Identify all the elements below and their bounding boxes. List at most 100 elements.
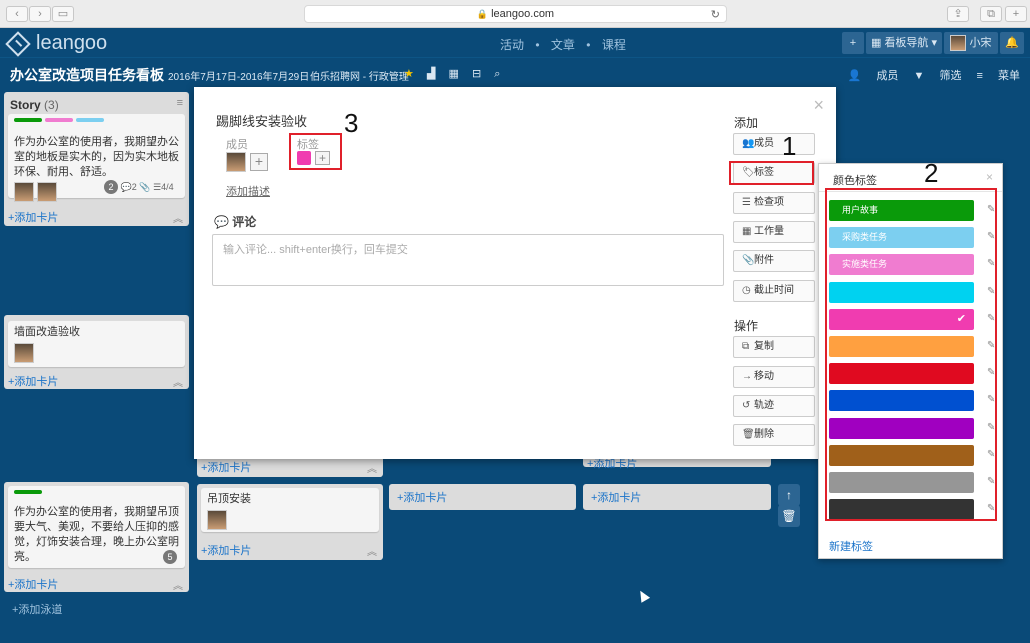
attachment-icon: 📎 xyxy=(742,255,755,266)
search-icon[interactable]: ⌕ xyxy=(494,68,500,80)
attachment-button[interactable]: 📎附件 xyxy=(733,250,815,272)
add-card-button[interactable]: +添加卡片 xyxy=(201,542,251,558)
workload-icon: ▦ xyxy=(742,226,752,237)
annotation-3: 3 xyxy=(344,108,359,138)
share-icon[interactable]: ⇪ xyxy=(947,6,969,22)
filter-button[interactable]: ▼ 筛选 xyxy=(914,70,962,82)
card-ceiling[interactable]: 作为办公室的使用者，我期望吊顶要大气、美观，不要给人压抑的感觉，灯饰安装合理，晚… xyxy=(8,486,185,568)
avatar xyxy=(14,343,34,363)
new-tab-icon[interactable]: + xyxy=(1005,6,1027,22)
members-label: 成员 xyxy=(226,139,248,151)
copy-icon: ⧉ xyxy=(742,341,750,352)
card-floor[interactable]: 作为办公室的使用者，我期望办公室的地板是实木的，因为实木地板环保、耐用、舒适。 … xyxy=(8,114,185,202)
lock-icon: 🔒 xyxy=(476,9,489,19)
forward-icon[interactable]: › xyxy=(29,6,51,22)
member-avatar[interactable] xyxy=(226,152,246,172)
add-lane-button[interactable]: +添加泳道 xyxy=(12,601,62,617)
nav-activity[interactable]: 活动 xyxy=(500,38,524,52)
card-detail-modal: × 踢脚线安装验收 成员 + 标签 + 3 添加描述 💬 评论 输入评论... … xyxy=(194,87,836,459)
copy-button[interactable]: ⧉ 复制 xyxy=(733,336,815,358)
board-title: 办公室改造项目任务看板 xyxy=(10,67,164,83)
nav-articles[interactable]: 文章 xyxy=(551,38,575,52)
move-up-icon[interactable]: ↑ xyxy=(778,484,800,506)
highlight-box-1 xyxy=(729,161,814,185)
avatar xyxy=(37,182,58,202)
actions-section-title: 操作 xyxy=(734,319,759,333)
card-wall[interactable]: 墙面改造验收 xyxy=(8,321,185,367)
bell-icon[interactable]: 🔔 xyxy=(1000,32,1024,54)
add-card-button[interactable]: +添加卡片 xyxy=(8,373,58,389)
attachment-icon: 📎 xyxy=(139,182,151,192)
comment-input[interactable]: 输入评论... shift+enter换行，回车提交 xyxy=(212,234,724,286)
board-actions: 👤 成员 ▼ 筛选 ≡ 菜单 xyxy=(836,67,1020,83)
board-date: 2016年7月17日-2016年7月29日 xyxy=(168,72,310,83)
tabs-icon[interactable]: ⧉ xyxy=(980,6,1002,22)
chart-icon[interactable]: ▟ xyxy=(427,68,435,80)
add-member-side-button[interactable]: 👥成员 xyxy=(733,133,815,155)
card-ceiling-install[interactable]: 吊顶安装 xyxy=(201,488,379,532)
lane-menu-icon[interactable]: ≡ xyxy=(177,97,183,109)
annotation-1: 1 xyxy=(782,131,797,161)
checklist-icon: ☰ xyxy=(153,182,162,192)
mouse-cursor xyxy=(635,588,651,603)
lane-3: 作为办公室的使用者，我期望吊顶要大气、美观，不要给人压抑的感觉，灯饰安装合理，晚… xyxy=(4,482,189,592)
sidebar-icon[interactable]: ▭ xyxy=(52,6,74,22)
add-description-link[interactable]: 添加描述 xyxy=(226,183,270,199)
workload-button[interactable]: ▦ 工作量 xyxy=(733,221,815,243)
nav-courses[interactable]: 课程 xyxy=(602,38,626,52)
add-card-button[interactable]: +添加卡片 xyxy=(8,209,58,225)
add-section-title: 添加 xyxy=(734,116,759,130)
delete-button[interactable]: 🗑删除 xyxy=(733,424,815,446)
lane-story: Story (3) ≡ 作为办公室的使用者，我期望办公室的地板是实木的，因为实木… xyxy=(4,92,189,226)
card-name[interactable]: 踢脚线安装验收 xyxy=(216,111,307,130)
board-org[interactable]: 伯乐招聘网 - 行政管理 xyxy=(310,68,409,83)
comment-icon: 💬 xyxy=(120,182,132,192)
grid-icon[interactable]: ▦ xyxy=(448,68,458,80)
leangoo-logo[interactable]: leangoo xyxy=(5,30,107,57)
annotation-2: 2 xyxy=(924,158,939,188)
logo-icon xyxy=(5,30,31,57)
board-header: 办公室改造项目任务看板 2016年7月17日-2016年7月29日 伯乐招聘网 … xyxy=(0,59,1030,87)
comment-title: 💬 评论 xyxy=(214,215,257,229)
user-menu[interactable]: 小宋 xyxy=(944,32,998,54)
user-avatar xyxy=(950,35,967,52)
board-nav-button[interactable]: ▦ 看板导航 ▾ xyxy=(866,32,942,54)
due-date-button[interactable]: ◷ 截止时间 xyxy=(733,280,815,302)
reload-icon[interactable]: ↻ xyxy=(711,7,720,23)
list-icon[interactable]: ⊟ xyxy=(472,68,481,80)
add-icon[interactable]: + xyxy=(842,32,864,54)
trash-icon[interactable]: 🗑 xyxy=(778,505,800,527)
add-member-button[interactable]: + xyxy=(250,153,268,171)
close-icon[interactable]: × xyxy=(813,95,824,116)
address-bar[interactable]: 🔒 leangoo.com ↻ xyxy=(304,5,727,23)
add-card-button[interactable]: +添加卡片 xyxy=(8,576,58,592)
add-card-button[interactable]: +添加卡片 xyxy=(389,484,576,510)
members-button[interactable]: 👤 成员 xyxy=(848,70,899,82)
move-button[interactable]: → 移动 xyxy=(733,366,815,388)
collapse-icon[interactable]: ︽ xyxy=(173,210,183,225)
member-add-icon: 👥 xyxy=(742,138,755,149)
highlight-box-3 xyxy=(289,133,342,170)
back-icon[interactable]: ‹ xyxy=(6,6,28,22)
collapse-icon[interactable]: ︽ xyxy=(367,460,377,475)
collapse-icon[interactable]: ︽ xyxy=(173,374,183,389)
lane-title[interactable]: Story (3) xyxy=(10,98,59,112)
collapse-icon[interactable]: ︽ xyxy=(367,543,377,558)
add-card-button[interactable]: +添加卡片 xyxy=(201,459,251,475)
new-label-link[interactable]: 新建标签 xyxy=(829,538,873,554)
color-label-popup: 颜色标签 × 用户故事 ✎ 采购类任务 ✎ 实施类任务 ✎ ✎ ✔ ✎ ✎ ✎ ✎ ✎ ✎ ✎ ✎ 新建标签 xyxy=(818,163,1003,559)
board-tools: ★ ▟ ▦ ⊟ ⌕ xyxy=(404,67,510,81)
popup-title: 颜色标签 xyxy=(833,175,877,187)
avatar xyxy=(207,510,227,530)
checklist-button[interactable]: ☰ 检查项 xyxy=(733,192,815,214)
browser-toolbar: ‹ › ▭ 🔒 leangoo.com ↻ ⇪ ⧉ + xyxy=(0,0,1030,28)
arrow-right-icon: → xyxy=(742,371,752,382)
star-icon[interactable]: ★ xyxy=(404,68,414,80)
close-icon[interactable]: × xyxy=(986,170,993,184)
add-card-button[interactable]: +添加卡片 xyxy=(583,484,771,510)
history-button[interactable]: ↺ 轨迹 xyxy=(733,395,815,417)
menu-button[interactable]: ≡ 菜单 xyxy=(977,70,1020,82)
collapse-icon[interactable]: ︽ xyxy=(173,577,183,592)
clock-icon: ◷ xyxy=(742,285,751,296)
app-header: leangoo 活动 • 文章 • 课程 + ▦ 看板导航 ▾ 小宋 🔔 xyxy=(0,28,1030,58)
